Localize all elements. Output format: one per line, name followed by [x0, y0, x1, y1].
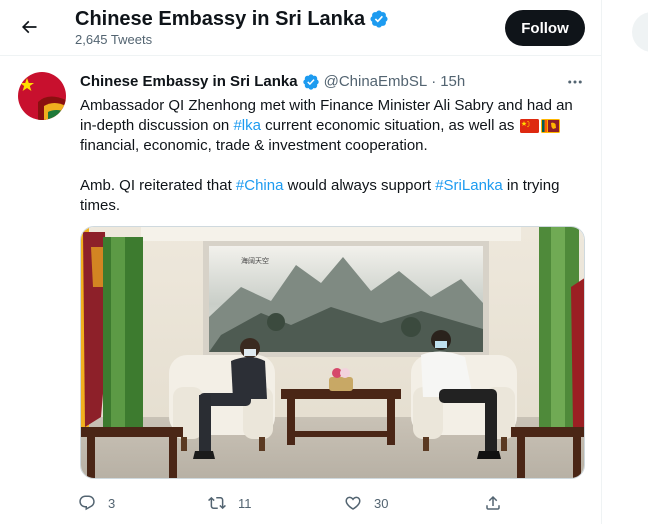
text-segment: would always support — [283, 177, 436, 194]
tweet-count: 2,645 Tweets — [75, 32, 153, 47]
meeting-photo-image: 海阔天空 — [81, 227, 584, 478]
tweet-paragraph-2: Amb. QI reiterated that #China would alw… — [80, 176, 585, 216]
tweet-text: Ambassador QI Zhenhong met with Finance … — [80, 96, 585, 216]
like-button[interactable]: 30 — [344, 490, 388, 516]
heart-icon — [345, 496, 361, 510]
tweet-header: Chinese Embassy in Sri Lanka @ChinaEmbSL… — [80, 72, 465, 92]
sri-lanka-flag-emoji-icon — [540, 119, 560, 133]
tweet-paragraph-1: Ambassador QI Zhenhong met with Finance … — [80, 96, 585, 156]
follow-button[interactable]: Follow — [505, 10, 585, 46]
text-segment: financial, economic, trade & investment … — [80, 137, 428, 154]
reply-icon — [79, 495, 95, 511]
reply-count: 3 — [108, 495, 116, 511]
hashtag-lka[interactable]: #lka — [233, 117, 261, 134]
share-icon — [486, 495, 500, 510]
search-box-partial[interactable] — [632, 12, 648, 52]
hashtag-china[interactable]: #China — [236, 177, 284, 194]
china-flag-emoji-icon — [519, 119, 539, 133]
page-title: Chinese Embassy in Sri Lanka — [75, 8, 366, 30]
right-sidebar — [602, 0, 648, 524]
hashtag-srilanka[interactable]: #SriLanka — [435, 177, 503, 194]
author-handle[interactable]: @ChinaEmbSL — [324, 72, 428, 92]
painting-caption: 海阔天空 — [241, 256, 269, 265]
text-segment: Amb. QI reiterated that — [80, 177, 236, 194]
retweet-count: 11 — [238, 495, 252, 511]
tweet-timestamp[interactable]: 15h — [440, 72, 465, 92]
tweet-photo[interactable]: 海阔天空 — [80, 226, 585, 479]
retweet-button[interactable]: 11 — [208, 490, 252, 516]
more-options-button[interactable] — [562, 72, 588, 92]
like-count: 30 — [374, 495, 389, 511]
text-segment: current economic situation, as well as — [260, 117, 519, 134]
header-title-row: Chinese Embassy in Sri Lanka — [75, 7, 389, 31]
back-button[interactable] — [12, 10, 46, 44]
reply-button[interactable]: 3 — [78, 490, 115, 516]
verified-badge-icon — [302, 74, 319, 90]
avatar[interactable] — [18, 72, 66, 120]
main-column: Chinese Embassy in Sri Lanka 2,645 Tweet… — [0, 0, 602, 524]
verified-badge-icon — [370, 10, 388, 28]
retweet-icon — [208, 496, 226, 510]
arrow-left-icon — [21, 20, 37, 34]
author-name[interactable]: Chinese Embassy in Sri Lanka — [80, 72, 298, 92]
share-button[interactable] — [484, 490, 502, 516]
more-horizontal-icon — [568, 80, 582, 84]
tweet-actions: 3 11 30 — [76, 490, 506, 516]
separator-dot: · — [431, 73, 437, 90]
profile-header: Chinese Embassy in Sri Lanka 2,645 Tweet… — [0, 0, 601, 56]
avatar-image — [18, 72, 66, 120]
